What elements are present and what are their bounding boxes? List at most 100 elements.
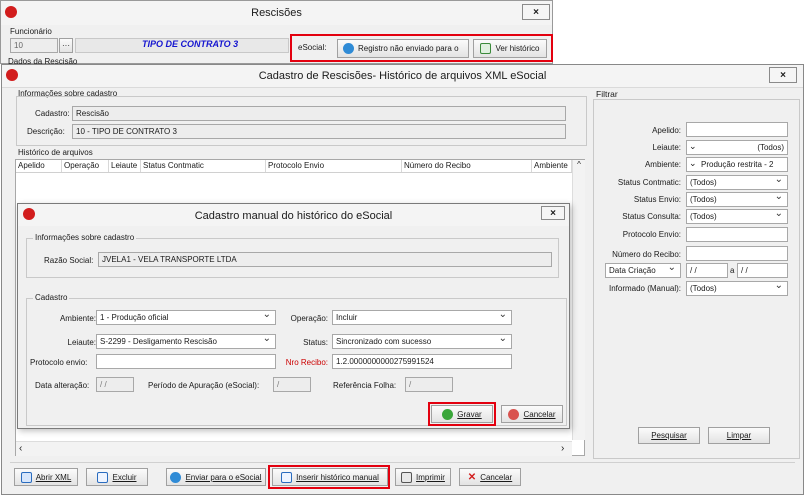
filter-status-envio-label: Status Envio: <box>633 195 681 204</box>
filter-recibo-label: Número do Recibo: <box>612 250 681 259</box>
dialog-titlebar: Cadastro manual do histórico do eSocial … <box>18 204 569 226</box>
back-window-close-button[interactable]: × <box>522 4 550 20</box>
abrir-xml-label: Abrir XML <box>35 472 72 482</box>
dialog-referencia-input[interactable]: / <box>405 377 453 392</box>
imprimir-button[interactable]: Imprimir <box>395 468 451 486</box>
main-window-title: Cadastro de Rescisões- Histórico de arqu… <box>258 70 547 82</box>
historico-group-label: Histórico de arquivos <box>18 148 93 157</box>
razao-social-field: JVELA1 - VELA TRANSPORTE LTDA <box>98 252 552 267</box>
refresh-icon <box>343 43 354 54</box>
col-leiaute[interactable]: Leiaute <box>109 160 141 172</box>
filter-data-criacao-select[interactable]: Data Criação <box>605 263 681 278</box>
dialog-recibo-label: Nro Recibo: <box>285 358 328 367</box>
dialog-protocolo-input[interactable] <box>96 354 276 369</box>
enviar-esocial-button[interactable]: Enviar para o eSocial <box>166 468 266 486</box>
insert-doc-icon <box>281 471 293 483</box>
excluir-label: Excluir <box>112 472 137 482</box>
descricao-field: 10 - TIPO DE CONTRATO 3 <box>72 124 566 139</box>
chevron-down-icon: ⌄ <box>689 141 697 151</box>
col-ambiente[interactable]: Ambiente <box>532 160 572 172</box>
dialog-periodo-label: Período de Apuração (eSocial): <box>148 381 260 390</box>
filter-informado-select[interactable]: (Todos) <box>686 281 788 296</box>
filter-leiaute-value: (Todos) <box>757 143 784 152</box>
main-window-close-button[interactable]: × <box>769 67 797 83</box>
cadastro-field: Rescisão <box>72 106 566 121</box>
back-window-titlebar: Rescisões × <box>1 1 552 25</box>
dialog-recibo-input[interactable]: 1.2.0000000000275991524 <box>332 354 512 369</box>
filter-ambiente-select[interactable]: ⌄ Produção restrita - 2 <box>686 157 788 172</box>
col-operacao[interactable]: Operação <box>62 160 109 172</box>
history-table-hscroll[interactable]: ‹ › <box>16 441 572 456</box>
inserir-historico-button[interactable]: Inserir histórico manual <box>272 468 388 486</box>
chevron-down-icon: ⌄ <box>689 158 697 168</box>
filter-protocolo-label: Protocolo Envio: <box>622 230 681 239</box>
esocial-status-button[interactable]: Registro não enviado para o <box>337 39 469 58</box>
dialog-operacao-select[interactable]: Incluir <box>332 310 512 325</box>
dialog-leiaute-select[interactable]: S-2299 - Desligamento Rescisão <box>96 334 276 349</box>
razao-social-label: Razão Social: <box>44 256 94 265</box>
col-apelido[interactable]: Apelido <box>16 160 62 172</box>
filter-ambiente-value: Produção restrita - 2 <box>701 160 774 169</box>
filter-protocolo-input[interactable] <box>686 227 788 242</box>
dialog-data-alteracao-input[interactable]: / / <box>96 377 134 392</box>
history-table-vscroll[interactable]: ^ <box>572 160 585 440</box>
excluir-button[interactable]: Excluir <box>86 468 148 486</box>
dialog-referencia-label: Referência Folha: <box>333 381 397 390</box>
col-protocolo-envio[interactable]: Protocolo Envio <box>266 160 402 172</box>
col-numero-recibo[interactable]: Número do Recibo <box>402 160 532 172</box>
abrir-xml-button[interactable]: Abrir XML <box>14 468 78 486</box>
dialog-close-button[interactable]: × <box>541 206 565 220</box>
limpar-button[interactable]: Limpar <box>708 427 770 444</box>
filter-date-from[interactable]: / / <box>686 263 728 278</box>
funcionario-label: Funcionário <box>10 27 52 36</box>
contract-type-label: TIPO DE CONTRATO 3 <box>142 39 239 49</box>
dialog-ambiente-select[interactable]: 1 - Produção oficial <box>96 310 276 325</box>
dialog-title: Cadastro manual do histórico do eSocial <box>194 210 393 222</box>
filter-apelido-input[interactable] <box>686 122 788 137</box>
filter-status-consulta-select[interactable]: (Todos) <box>686 209 788 224</box>
limpar-label: Limpar <box>726 431 752 440</box>
esocial-status-label: Registro não enviado para o <box>358 44 459 53</box>
pesquisar-label: Pesquisar <box>651 431 687 440</box>
enviar-label: Enviar para o eSocial <box>185 472 262 482</box>
cancel-icon <box>508 408 520 420</box>
history-table-header: Apelido Operação Leiaute Status Contmati… <box>16 160 572 173</box>
funcionario-field[interactable]: 10 <box>10 38 58 53</box>
filter-status-envio-select[interactable]: (Todos) <box>686 192 788 207</box>
dialog-leiaute-label: Leiaute: <box>67 338 96 347</box>
dialog-status-select[interactable]: Sincronizado com sucesso <box>332 334 512 349</box>
cadastro-label: Cadastro: <box>35 109 70 118</box>
filter-leiaute-label: Leiaute: <box>652 143 681 152</box>
inserir-label: Inserir histórico manual <box>296 472 379 482</box>
scroll-left-arrow-icon[interactable]: ‹ <box>19 443 22 454</box>
col-status-contmatic[interactable]: Status Contmatic <box>141 160 266 172</box>
filter-date-to[interactable]: / / <box>737 263 788 278</box>
check-icon <box>442 408 454 420</box>
delete-doc-icon <box>97 471 109 483</box>
dialog-cancelar-button[interactable]: Cancelar <box>501 405 563 423</box>
descricao-label: Descrição: <box>27 127 65 136</box>
main-window-titlebar: Cadastro de Rescisões- Histórico de arqu… <box>2 65 803 88</box>
dialog-status-label: Status: <box>303 338 328 347</box>
funcionario-lookup-button[interactable]: ··· <box>59 38 73 53</box>
filter-leiaute-select[interactable]: ⌄ (Todos) <box>686 140 788 155</box>
history-icon <box>480 43 492 54</box>
filter-date-separator: a <box>730 266 735 275</box>
scroll-up-arrow-icon[interactable]: ^ <box>573 160 585 169</box>
printer-icon <box>401 471 413 483</box>
filter-status-contmatic-select[interactable]: (Todos) <box>686 175 788 190</box>
dialog-periodo-input[interactable]: / <box>273 377 311 392</box>
pesquisar-button[interactable]: Pesquisar <box>638 427 700 444</box>
cancelar-main-button[interactable]: ✕ Cancelar <box>459 468 521 486</box>
back-window-rescisoes: Rescisões × Funcionário 10 ··· TIPO DE C… <box>0 0 553 66</box>
filter-status-contmatic-label: Status Contmatic: <box>617 178 681 187</box>
dialog-operacao-label: Operação: <box>290 314 328 323</box>
filter-ambiente-label: Ambiente: <box>644 160 681 169</box>
ver-historico-button[interactable]: Ver histórico <box>473 39 547 58</box>
dialog-info-group-label: Informações sobre cadastro <box>33 233 137 242</box>
bottom-divider <box>10 462 795 463</box>
scroll-right-arrow-icon[interactable]: › <box>561 443 564 454</box>
gravar-button[interactable]: Gravar <box>431 405 493 423</box>
filter-recibo-input[interactable] <box>686 246 788 261</box>
xml-icon <box>20 471 32 483</box>
